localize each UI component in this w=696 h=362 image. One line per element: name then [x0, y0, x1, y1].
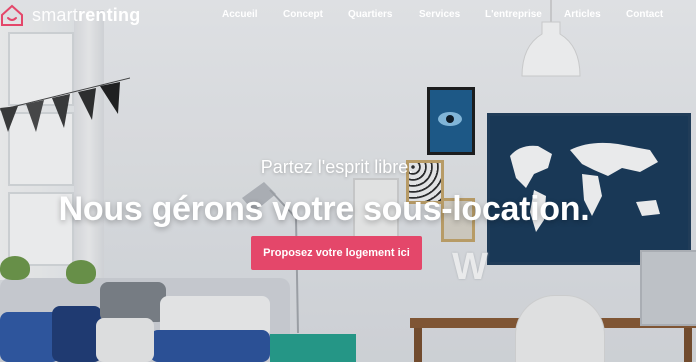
- nav-item-accueil[interactable]: Accueil: [222, 9, 258, 20]
- nav-item-quartiers[interactable]: Quartiers: [348, 9, 392, 20]
- nav-item-services[interactable]: Services: [419, 9, 460, 20]
- nav-item-entreprise[interactable]: L'entreprise: [485, 9, 542, 20]
- propose-housing-button[interactable]: Proposez votre logement ici: [251, 236, 422, 270]
- nav-item-contact[interactable]: Contact: [626, 9, 663, 20]
- image-overlay: [0, 0, 696, 362]
- nav-item-articles[interactable]: Articles: [564, 9, 601, 20]
- top-navigation: smartrenting Accueil Concept Quartiers S…: [0, 0, 696, 30]
- main-menu: Accueil Concept Quartiers Services L'ent…: [0, 9, 696, 23]
- nav-item-concept[interactable]: Concept: [283, 9, 323, 20]
- hero-tagline: Partez l'esprit libre.: [260, 157, 414, 177]
- hero-headline: Nous gérons votre sous-location.: [58, 190, 590, 228]
- hero-section: W smartrenting Accueil Concept Quartiers…: [0, 0, 696, 362]
